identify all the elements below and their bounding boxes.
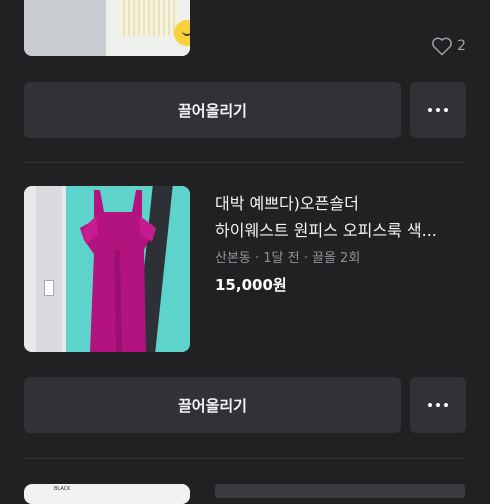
thumbnail-tag [44,280,54,296]
item-title[interactable]: 대박 예쁘다)오픈숄더 하이웨스트 원피스 오피스룩 색... [215,190,465,244]
item-thumbnail-bottom[interactable]: BLACK [24,484,190,504]
item-actions-top: 끌어올리기 [24,82,466,138]
heart-icon [432,37,452,56]
divider [24,162,466,163]
item-meta: 산본동 · 1달 전 · 끌올 2회 [215,251,361,266]
thumbnail-doorframe [36,186,62,352]
more-options-button[interactable] [410,82,466,138]
item-thumbnail-top[interactable] [24,0,190,56]
more-dots-icon [428,403,448,407]
divider [24,458,466,459]
item-title-bottom[interactable] [215,484,465,498]
bump-button[interactable]: 끌어올리기 [24,377,401,433]
more-dots-icon [428,108,448,112]
thumbnail-product [120,0,178,36]
item-thumbnail[interactable] [24,186,190,352]
like-count-value: 2 [457,38,466,54]
item-actions: 끌어올리기 [24,377,466,433]
dress-image [80,190,156,352]
item-price: 15,000원 [215,276,287,294]
more-options-button[interactable] [410,377,466,433]
like-count: 2 [431,36,466,56]
item-title-line2: 하이웨스트 원피스 오피스룩 색... [215,221,437,240]
item-title-line1: 대박 예쁘다)오픈숄더 [215,194,359,213]
thumbnail-label: BLACK [54,486,71,492]
thumbnail-background [24,0,110,56]
bump-button[interactable]: 끌어올리기 [24,82,401,138]
